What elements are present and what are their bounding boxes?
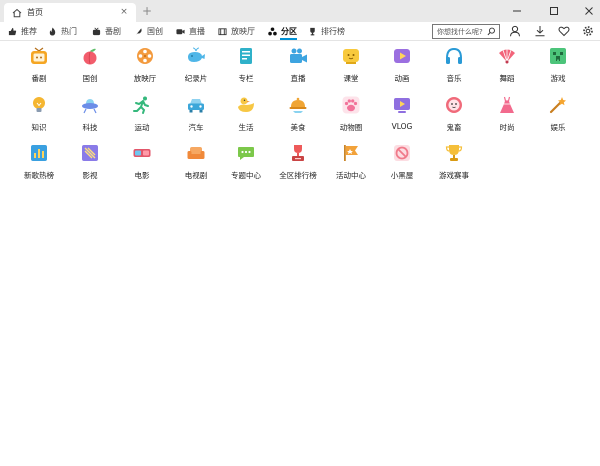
category-label: 游戏 — [550, 74, 566, 83]
category-label: 运动 — [134, 123, 150, 132]
category-item-tech[interactable]: 科技 — [62, 95, 118, 133]
category-item-esports[interactable]: 游戏赛事 — [426, 143, 482, 181]
play-icon — [394, 49, 410, 63]
runner-icon — [133, 96, 149, 114]
category-item-column[interactable]: 专栏 — [218, 46, 274, 84]
category-item-documentary[interactable]: 纪录片 — [168, 46, 224, 84]
category-item-film-tv[interactable]: 影视 — [62, 143, 118, 181]
category-label: 专栏 — [238, 74, 254, 83]
ban-icon — [394, 145, 410, 161]
category-label: 时尚 — [499, 123, 515, 132]
category-item-guichu[interactable]: 鬼畜 — [426, 95, 482, 133]
category-label: 国创 — [82, 74, 98, 83]
dress-icon — [500, 96, 514, 113]
category-item-game[interactable]: 游戏 — [530, 46, 586, 84]
category-item-movie[interactable]: 电影 — [114, 143, 170, 181]
clapper-icon — [82, 145, 98, 161]
category-item-fanju[interactable]: 番剧 — [11, 46, 67, 84]
category-label: 番剧 — [31, 74, 47, 83]
category-label: 电视剧 — [184, 171, 208, 180]
category-item-all-ranking[interactable]: 全区排行榜 — [270, 143, 326, 181]
category-label: 放映厅 — [133, 74, 157, 83]
headphones-icon — [446, 47, 462, 64]
category-label: 美食 — [290, 123, 306, 132]
vlog-icon — [394, 98, 410, 113]
category-item-blackroom[interactable]: 小黑屋 — [374, 143, 430, 181]
classroom-icon — [343, 49, 359, 64]
category-label: 生活 — [238, 123, 254, 132]
film-reel-icon — [137, 48, 153, 64]
category-label: 影视 — [82, 171, 98, 180]
category-item-auto[interactable]: 汽车 — [168, 95, 224, 133]
sofa-icon — [187, 147, 205, 159]
category-label: VLOG — [391, 122, 413, 131]
category-label: 电影 — [134, 171, 150, 180]
category-label: 活动中心 — [336, 171, 366, 180]
category-label: 舞蹈 — [499, 74, 515, 83]
podium-trophy-icon — [292, 145, 304, 161]
category-item-food[interactable]: 美食 — [270, 95, 326, 133]
category-item-fashion[interactable]: 时尚 — [479, 95, 535, 133]
category-label: 动画 — [394, 74, 410, 83]
category-label: 动物圈 — [339, 123, 363, 132]
category-item-hot-songs[interactable]: 新歌热榜 — [11, 143, 67, 181]
category-item-live[interactable]: 直播 — [270, 46, 326, 84]
ufo-icon — [82, 99, 98, 114]
category-item-knowledge[interactable]: 知识 — [11, 95, 67, 133]
peach-icon — [83, 48, 97, 65]
category-item-animation[interactable]: 动画 — [374, 46, 430, 84]
category-grid: 番剧 国创 放映厅 纪录片 专栏 直播 课堂 动画 音乐 舞蹈 游戏 知识 科技… — [0, 0, 600, 466]
duck-icon — [238, 97, 254, 112]
cup-icon — [445, 145, 463, 161]
category-item-cinema[interactable]: 放映厅 — [117, 46, 173, 84]
category-label: 新歌热榜 — [24, 171, 54, 180]
3d-glasses-icon — [133, 149, 151, 157]
category-label: 游戏赛事 — [439, 171, 469, 180]
ghost-face-icon — [446, 97, 462, 113]
category-label: 直播 — [290, 74, 306, 83]
category-label: 知识 — [31, 123, 47, 132]
category-item-life[interactable]: 生活 — [218, 95, 274, 133]
car-icon — [188, 99, 204, 113]
category-item-vlog[interactable]: VLOG — [374, 95, 430, 131]
category-item-entertainment[interactable]: 娱乐 — [530, 95, 586, 133]
category-label: 纪录片 — [184, 74, 208, 83]
category-item-sports[interactable]: 运动 — [114, 95, 170, 133]
category-item-tv-series[interactable]: 电视剧 — [168, 143, 224, 181]
fan-icon — [499, 49, 515, 64]
video-camera-icon — [290, 48, 307, 63]
tv-icon — [31, 47, 47, 64]
category-label: 鬼畜 — [446, 123, 462, 132]
music-chart-icon — [31, 145, 47, 161]
category-item-music[interactable]: 音乐 — [426, 46, 482, 84]
magic-wand-icon — [549, 97, 566, 114]
category-label: 专题中心 — [231, 171, 261, 180]
lightbulb-icon — [33, 97, 45, 112]
category-item-animals[interactable]: 动物圈 — [323, 95, 379, 133]
paw-icon — [342, 96, 360, 114]
flag-icon — [344, 145, 358, 161]
category-item-dance[interactable]: 舞蹈 — [479, 46, 535, 84]
category-label: 音乐 — [446, 74, 462, 83]
category-item-classroom[interactable]: 课堂 — [323, 46, 379, 84]
category-item-topics[interactable]: 专题中心 — [218, 143, 274, 181]
whale-icon — [188, 47, 205, 62]
category-label: 娱乐 — [550, 123, 566, 132]
category-item-guochuang[interactable]: 国创 — [62, 46, 118, 84]
category-label: 全区排行榜 — [279, 171, 317, 180]
category-label: 汽车 — [188, 123, 204, 132]
book-icon — [240, 48, 252, 64]
creeper-icon — [550, 48, 566, 64]
category-label: 科技 — [82, 123, 98, 132]
chat-bubble-icon — [238, 147, 254, 160]
dish-icon — [289, 97, 307, 113]
category-item-events[interactable]: 活动中心 — [323, 143, 379, 181]
category-label: 课堂 — [343, 74, 359, 83]
category-label: 小黑屋 — [390, 171, 414, 180]
